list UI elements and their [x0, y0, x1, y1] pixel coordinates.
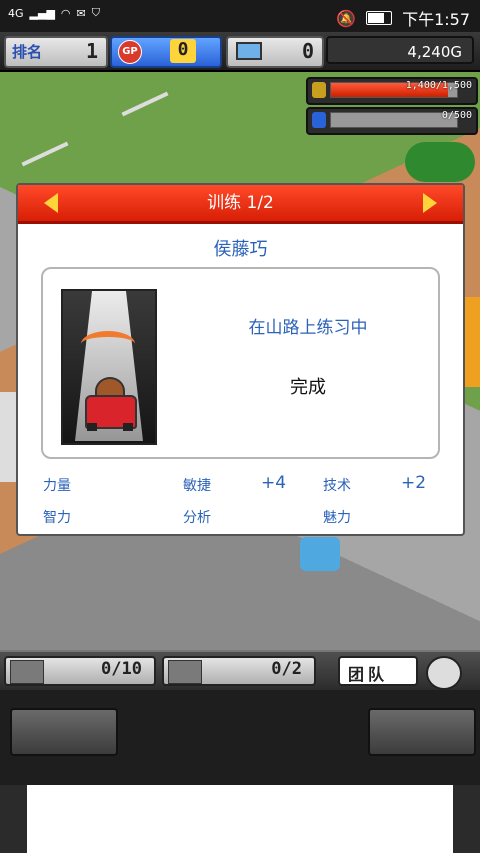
funds-text: 1,400/1,500	[405, 80, 472, 91]
clock: 下午1:57	[402, 10, 470, 29]
pc-panel[interactable]: 0	[226, 36, 324, 68]
building	[0, 392, 16, 482]
training-status: 在山路上练习中	[248, 318, 368, 338]
battery-icon	[366, 11, 393, 25]
rank-label: 排名	[12, 43, 43, 61]
fuel-track	[330, 112, 458, 128]
dialog-header: 训练 1/2	[18, 185, 463, 224]
status-bar: 4G ▂▄▆ ◠ ✉ ⛉ 🔕 下午1:57	[0, 0, 480, 32]
member-face-icon[interactable]	[426, 656, 462, 690]
team-button[interactable]: 团队	[338, 656, 418, 686]
menu-panel	[0, 690, 480, 785]
road-marking	[121, 91, 169, 117]
ad-area	[27, 785, 453, 853]
stat-charm-label: 魅力	[323, 510, 351, 526]
rank-panel[interactable]: 排名 1	[4, 36, 108, 68]
fuel-resource-bar: 0/500	[306, 107, 478, 135]
shield-icon: ⛉	[91, 6, 100, 19]
trees	[405, 142, 475, 182]
fuel-text: 0/500	[441, 110, 472, 121]
stat-technique-label: 技术	[323, 478, 351, 494]
cars-count: 0/2	[271, 659, 302, 679]
mute-icon: 🔕	[336, 8, 357, 28]
mail-icon: ✉	[76, 6, 86, 20]
wheel	[123, 423, 133, 431]
car-icon	[168, 660, 202, 684]
signal-icon: ▂▄▆	[29, 6, 55, 20]
wifi-icon: ◠	[60, 6, 71, 20]
computer-icon	[236, 42, 262, 60]
prev-arrow-icon[interactable]	[44, 193, 58, 213]
status-right: 🔕 下午1:57	[336, 6, 470, 30]
level-arc-icon	[81, 331, 135, 357]
road-marking	[21, 141, 69, 167]
gp-coin-icon: GP	[118, 40, 142, 64]
training-dialog: 训练 1/2 侯藤巧 在山路上练习中 完成 力量 敏捷 +4 技术 +2 智力 …	[16, 183, 465, 536]
items-button[interactable]: 0/10	[4, 656, 156, 686]
cars-button[interactable]: 0/2	[162, 656, 316, 686]
stat-intellect-label: 智力	[43, 510, 71, 526]
team-label: 团队	[348, 665, 389, 684]
stat-technique-value: +2	[401, 473, 427, 493]
left-menu-button[interactable]	[10, 708, 118, 756]
wheel	[87, 423, 97, 431]
stat-agility-label: 敏捷	[183, 478, 211, 494]
crate-icon	[10, 660, 44, 684]
money-display: 4,240G	[326, 36, 474, 64]
pc-value: 0	[301, 39, 314, 63]
gp-value: 0	[170, 39, 196, 63]
stat-analysis-label: 分析	[183, 510, 211, 526]
stat-power-label: 力量	[43, 478, 71, 494]
top-hud: 排名 1 GP 0 0 4,240G	[0, 32, 480, 72]
coin-stack-icon	[312, 82, 326, 98]
items-count: 0/10	[101, 659, 142, 679]
rank-value: 1	[85, 39, 98, 63]
status-left: 4G ▂▄▆ ◠ ✉ ⛉	[8, 6, 100, 20]
water-tank	[300, 537, 340, 571]
gp-panel[interactable]: GP 0	[110, 36, 222, 68]
network-label: 4G	[8, 6, 24, 20]
character-portrait	[61, 289, 157, 445]
training-result: 完成	[290, 377, 326, 398]
bottom-bar: 0/10 0/2 团队	[0, 650, 480, 692]
dialog-title: 训练 1/2	[207, 193, 274, 213]
right-menu-button[interactable]	[368, 708, 476, 756]
character-name: 侯藤巧	[213, 239, 268, 260]
fuel-icon	[312, 112, 326, 128]
training-card: 在山路上练习中 完成	[41, 267, 440, 459]
funds-resource-bar: 1,400/1,500	[306, 77, 478, 105]
stat-agility-value: +4	[261, 473, 287, 493]
next-arrow-icon[interactable]	[423, 193, 437, 213]
